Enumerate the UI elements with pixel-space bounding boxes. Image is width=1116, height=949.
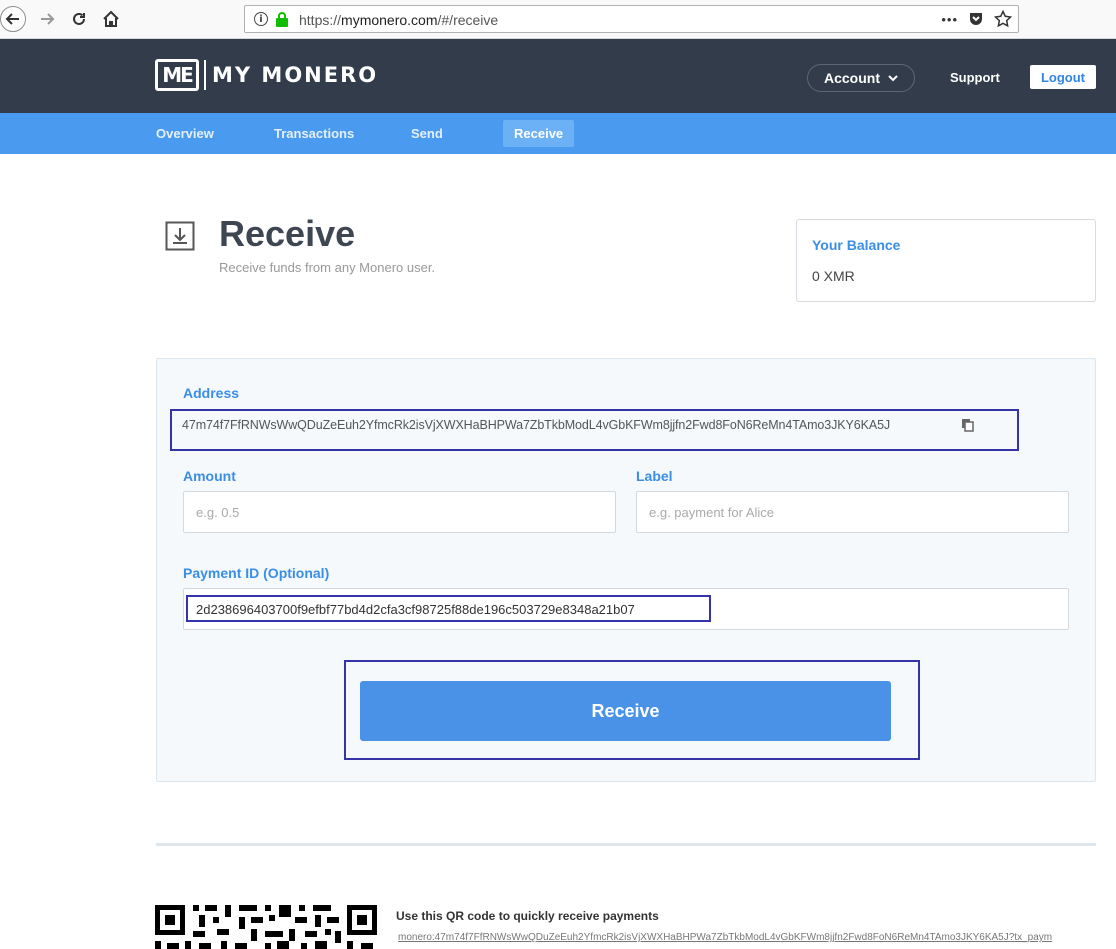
payment-id-input[interactable]: 2d238696403700f9efbf77bd4d2cfa3cf98725f8… — [183, 588, 1069, 630]
account-dropdown[interactable]: Account — [807, 64, 915, 92]
qr-uri-link[interactable]: monero:47m74f7FfRNWsWwQDuZeEuh2YfmcRk2is… — [398, 932, 1094, 943]
forward-button[interactable] — [34, 6, 60, 32]
label-label: Label — [636, 468, 673, 484]
logo-mark: ME — [155, 59, 199, 91]
label-input[interactable]: e.g. payment for Alice — [636, 491, 1069, 533]
more-icon[interactable]: ••• — [941, 9, 958, 29]
reload-icon — [73, 12, 85, 25]
logo-text: MY MONERO — [212, 63, 379, 87]
app-header: ME MY MONERO Account Support Logout — [0, 39, 1116, 113]
home-button[interactable] — [98, 6, 124, 32]
tab-send[interactable]: Send — [400, 120, 454, 147]
home-icon — [103, 10, 119, 27]
info-icon[interactable]: i — [254, 12, 268, 26]
arrow-left-icon — [5, 13, 19, 25]
main-nav: Overview Transactions Send Receive — [0, 113, 1116, 154]
balance-card: Your Balance 0 XMR — [796, 219, 1096, 302]
tab-overview[interactable]: Overview — [145, 120, 225, 147]
reload-button[interactable] — [66, 6, 92, 32]
tab-receive[interactable]: Receive — [503, 120, 575, 147]
receive-button[interactable]: Receive — [360, 681, 891, 741]
arrow-right-icon — [41, 13, 55, 25]
logo-separator — [204, 60, 206, 90]
balance-title: Your Balance — [812, 237, 901, 253]
page-title: Receive — [219, 213, 356, 254]
url-text: https://mymonero.com/#/receive — [299, 12, 499, 28]
logout-button[interactable]: Logout — [1030, 65, 1096, 89]
page-subtitle: Receive funds from any Monero user. — [219, 260, 436, 275]
lock-icon[interactable] — [275, 11, 289, 32]
address-label: Address — [183, 385, 240, 401]
payment-id-label: Payment ID (Optional) — [183, 565, 330, 581]
qr-code — [155, 905, 377, 949]
star-icon[interactable] — [994, 9, 1012, 29]
chevron-down-icon — [888, 74, 898, 81]
address-bar[interactable]: i https://mymonero.com/#/receive ••• — [244, 5, 1019, 33]
address-value[interactable]: 47m74f7FfRNWsWwQDuZeEuh2YfmcRk2isVjXWXHa… — [182, 418, 890, 432]
back-button[interactable] — [0, 6, 26, 32]
section-divider — [156, 843, 1096, 846]
url-actions: ••• — [941, 9, 1012, 29]
mymonero-logo[interactable]: ME MY MONERO — [155, 59, 378, 91]
amount-label: Amount — [183, 468, 236, 484]
tab-transactions[interactable]: Transactions — [263, 120, 365, 147]
browser-toolbar: i https://mymonero.com/#/receive ••• — [0, 0, 1116, 39]
support-link[interactable]: Support — [950, 70, 1000, 85]
copy-icon[interactable] — [961, 418, 975, 432]
amount-input[interactable]: e.g. 0.5 — [183, 491, 616, 533]
balance-value: 0 XMR — [812, 268, 855, 284]
qr-caption: Use this QR code to quickly receive paym… — [396, 909, 659, 923]
download-tray-icon — [165, 221, 195, 251]
account-label: Account — [824, 70, 880, 86]
pocket-icon[interactable] — [968, 9, 984, 29]
